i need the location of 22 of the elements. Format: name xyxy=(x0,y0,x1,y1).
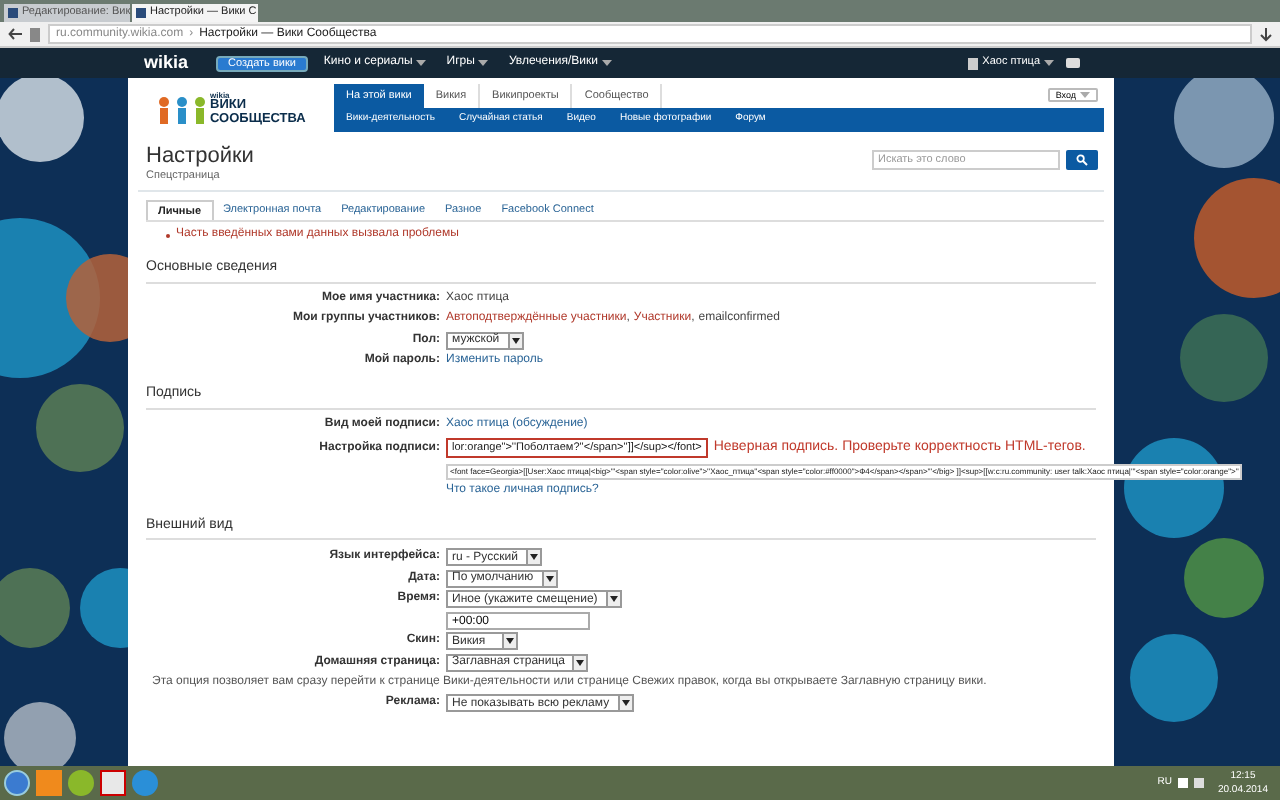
wikia-logo[interactable]: wikia xyxy=(144,49,189,77)
search-button[interactable] xyxy=(1066,150,1098,170)
download-icon[interactable] xyxy=(1260,27,1272,41)
back-icon[interactable] xyxy=(8,28,22,40)
caret-icon xyxy=(529,554,538,560)
caret-icon xyxy=(609,596,618,602)
favicon-icon xyxy=(8,8,18,18)
page-title: Настройки xyxy=(146,144,254,168)
caret-icon xyxy=(545,575,554,581)
caret-icon xyxy=(601,60,612,66)
caret-icon xyxy=(576,659,585,665)
caret-icon xyxy=(416,60,427,66)
caret-icon xyxy=(621,700,630,706)
people-logo-icon xyxy=(158,95,206,123)
favicon-icon xyxy=(136,8,146,18)
search-icon xyxy=(1076,154,1088,166)
caret-icon xyxy=(1080,92,1090,98)
caret-icon xyxy=(511,337,520,343)
caret-icon xyxy=(478,60,489,66)
caret-icon xyxy=(506,638,514,644)
caret-icon xyxy=(1044,60,1054,66)
start-icon[interactable] xyxy=(4,770,30,796)
